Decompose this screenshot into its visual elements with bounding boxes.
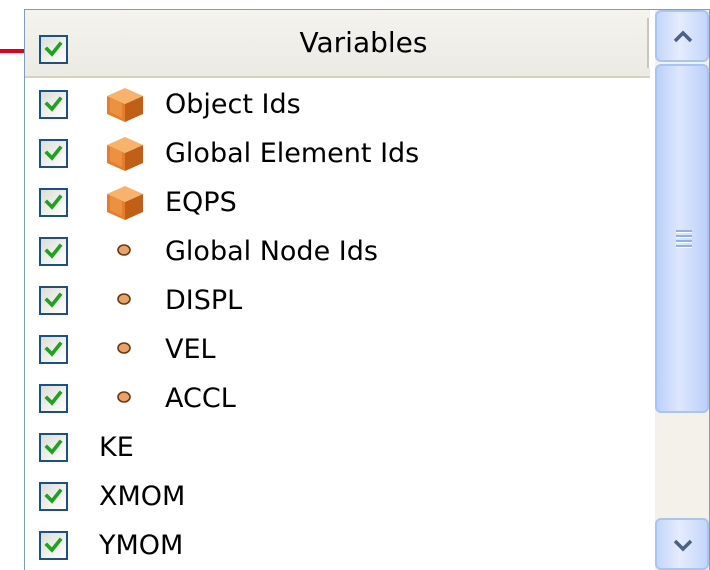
variables-list-panel: Variables Object Ids Global Element Ids EQ… [24, 9, 710, 570]
vertical-scrollbar[interactable] [655, 10, 709, 570]
list-item-label: EQPS [165, 187, 237, 218]
list-item[interactable]: YMOM [25, 521, 650, 570]
cube-icon [107, 186, 143, 220]
checkmark-icon [44, 96, 63, 112]
header-title: Variables [299, 26, 428, 59]
list-item[interactable]: ACCL [25, 374, 650, 423]
checkmark-icon [44, 145, 63, 161]
checkmark-icon [44, 41, 63, 57]
select-all-checkbox[interactable] [39, 35, 68, 64]
list-item-label: VEL [165, 334, 216, 365]
variable-checkbox[interactable] [39, 482, 68, 511]
list-item[interactable]: Object Ids [25, 80, 650, 129]
scroll-up-button[interactable] [655, 10, 709, 62]
checkmark-icon [44, 488, 63, 504]
list-item-label: DISPL [165, 285, 243, 316]
node-dot-icon [117, 293, 131, 305]
checkmark-icon [44, 194, 63, 210]
scroll-down-button[interactable] [655, 518, 709, 570]
list-item-label: Global Node Ids [165, 236, 378, 267]
list-item[interactable]: EQPS [25, 178, 650, 227]
variable-checkbox[interactable] [39, 335, 68, 364]
list-item-label: Global Element Ids [165, 138, 420, 169]
checkmark-icon [44, 537, 63, 553]
checkmark-icon [44, 292, 63, 308]
list-item-label: XMOM [99, 481, 186, 512]
chevron-up-icon [673, 30, 693, 43]
variable-checkbox[interactable] [39, 433, 68, 462]
list-item-label: KE [99, 432, 134, 463]
node-dot-icon [117, 342, 131, 354]
list-item-label: YMOM [99, 530, 184, 561]
cube-icon [107, 88, 143, 122]
node-dot-icon [117, 244, 131, 256]
checkmark-icon [44, 439, 63, 455]
node-dot-icon [117, 391, 131, 403]
variable-checkbox[interactable] [39, 531, 68, 560]
cube-icon [107, 137, 143, 171]
variable-checkbox[interactable] [39, 139, 68, 168]
list-item-label: ACCL [165, 383, 236, 414]
checkmark-icon [44, 243, 63, 259]
variable-checkbox[interactable] [39, 286, 68, 315]
grip-icon [676, 230, 692, 248]
list-item[interactable]: KE [25, 423, 650, 472]
checkmark-icon [44, 341, 63, 357]
variables-column-header[interactable]: Variables [25, 10, 650, 78]
list-item[interactable]: Global Element Ids [25, 129, 650, 178]
header-divider [647, 18, 650, 68]
list-item[interactable]: DISPL [25, 276, 650, 325]
list-item[interactable]: VEL [25, 325, 650, 374]
list-item-label: Object Ids [165, 89, 301, 120]
list-item[interactable]: Global Node Ids [25, 227, 650, 276]
list-item[interactable]: XMOM [25, 472, 650, 521]
variable-checkbox[interactable] [39, 237, 68, 266]
variable-checkbox[interactable] [39, 188, 68, 217]
chevron-down-icon [673, 539, 693, 552]
scrollbar-thumb[interactable] [655, 64, 709, 413]
variable-checkbox[interactable] [39, 384, 68, 413]
checkmark-icon [44, 390, 63, 406]
variable-checkbox[interactable] [39, 90, 68, 119]
